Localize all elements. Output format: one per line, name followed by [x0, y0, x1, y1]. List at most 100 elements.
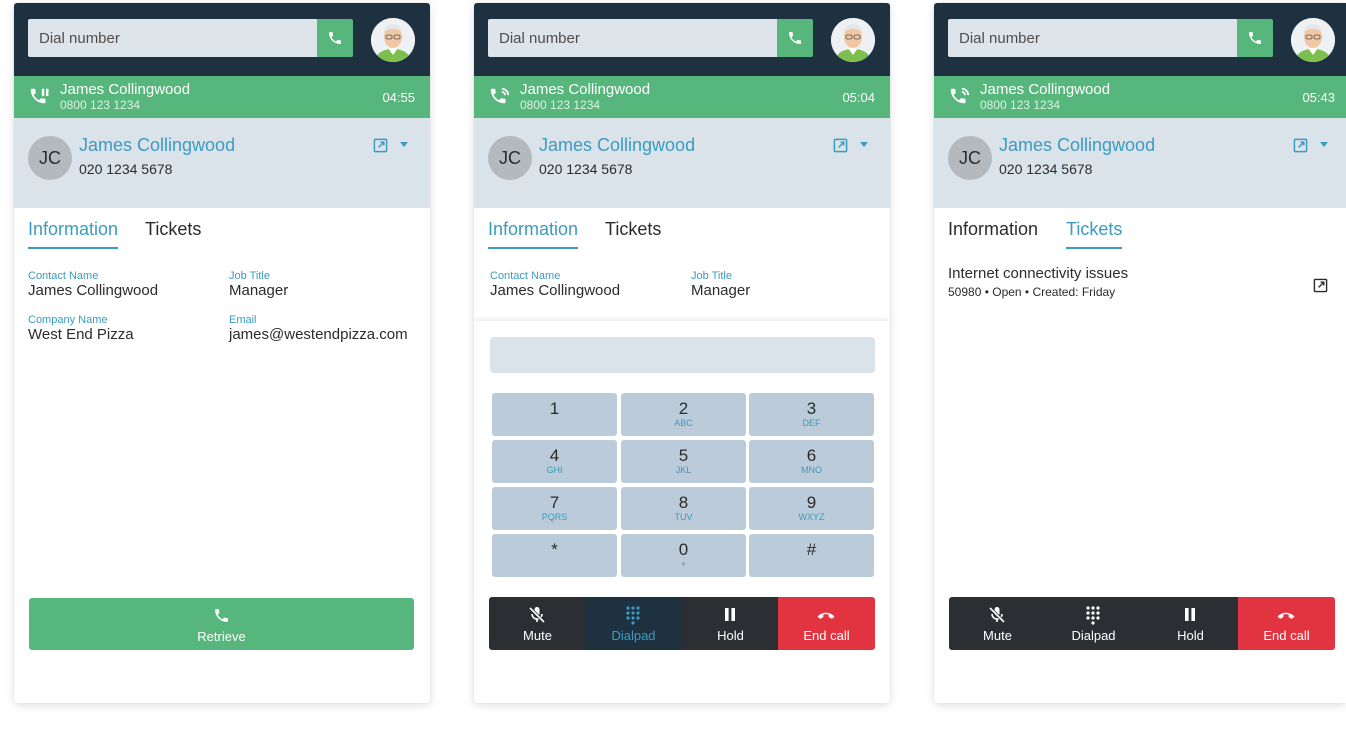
dialpad-key-9[interactable]: 9 WXYZ [749, 487, 874, 530]
dialpad-key-hash[interactable]: # [749, 534, 874, 577]
job-title-field: Job Title Manager [229, 270, 288, 299]
dialpad-icon [626, 606, 640, 625]
dialpad-key-5[interactable]: 5 JKL [621, 440, 746, 483]
contact-card: JC James Collingwood 020 1234 5678 [474, 118, 890, 208]
dialpad-button[interactable]: Dialpad [1045, 597, 1142, 650]
field-value: James Collingwood [28, 282, 159, 299]
field-value: Manager [229, 282, 289, 299]
key-digit: 0 [678, 540, 689, 559]
dialpad-display[interactable] [490, 337, 875, 373]
tab-tickets[interactable]: Tickets [145, 219, 201, 247]
softphone-panel-on-hold: James Collingwood 0800 123 1234 04:55 JC… [14, 3, 430, 703]
contact-name-field: Contact Name James Collingwood [28, 270, 158, 299]
field-label: Contact Name [490, 270, 561, 282]
retrieve-button[interactable]: Retrieve [29, 598, 414, 650]
dialpad-key-2[interactable]: 2 ABC [621, 393, 746, 436]
dial-number-input[interactable] [28, 19, 352, 57]
tab-tickets[interactable]: Tickets [1066, 219, 1123, 249]
phone-icon [215, 609, 228, 622]
hold-button[interactable]: Hold [682, 597, 779, 650]
contact-avatar: JC [948, 136, 992, 180]
field-label: Company Name [28, 314, 108, 326]
dialpad-key-8[interactable]: 8 TUV [621, 487, 746, 530]
chevron-down-icon[interactable] [858, 137, 870, 151]
key-letters: + [680, 559, 687, 569]
call-active-icon [950, 87, 970, 104]
external-link-icon[interactable] [1293, 138, 1308, 153]
phone-icon [1249, 32, 1261, 44]
dialpad-key-4[interactable]: 4 GHI [492, 440, 617, 483]
key-letters: TUV [674, 512, 693, 522]
call-timer: 05:43 [1302, 90, 1335, 105]
dialpad-key-0[interactable]: 0 + [621, 534, 746, 577]
key-digit: 9 [806, 493, 817, 512]
external-link-icon[interactable] [1313, 278, 1328, 293]
dialpad-button[interactable]: Dialpad [585, 597, 682, 650]
call-active-icon [490, 87, 510, 104]
key-digit: 1 [549, 399, 560, 418]
top-bar [474, 3, 890, 76]
end-call-button[interactable]: End call [778, 597, 875, 650]
dial-call-button[interactable] [1237, 19, 1273, 57]
hang-up-icon [1277, 612, 1295, 619]
key-digit: 3 [806, 399, 817, 418]
chevron-down-icon[interactable] [398, 137, 410, 151]
call-timer: 05:04 [842, 90, 875, 105]
external-link-icon[interactable] [373, 138, 388, 153]
phone-icon [329, 32, 341, 44]
tab-tickets[interactable]: Tickets [605, 219, 661, 247]
active-call-bar[interactable]: James Collingwood 0800 123 1234 05:04 [474, 76, 890, 118]
active-call-bar[interactable]: James Collingwood 0800 123 1234 04:55 [14, 76, 430, 118]
pause-icon [1185, 608, 1195, 621]
job-title-field: Job Title Manager [691, 270, 750, 299]
contact-name-link[interactable]: James Collingwood [79, 135, 235, 156]
tab-information[interactable]: Information [948, 219, 1038, 247]
phone-icon [789, 32, 801, 44]
dial-call-button[interactable] [317, 19, 353, 57]
hang-up-icon [817, 612, 835, 619]
dial-number-input[interactable] [948, 19, 1272, 57]
key-digit: 8 [678, 493, 689, 512]
mute-icon [528, 606, 546, 624]
chevron-down-icon[interactable] [1318, 137, 1330, 151]
mute-button[interactable]: Mute [489, 597, 586, 650]
dialpad-key-1[interactable]: 1 [492, 393, 617, 436]
dialpad-icon [1086, 606, 1100, 625]
caller-name: James Collingwood [980, 81, 1111, 98]
key-digit: # [806, 540, 817, 559]
mute-button[interactable]: Mute [949, 597, 1046, 650]
user-avatar[interactable] [1291, 18, 1335, 62]
contact-number: 020 1234 5678 [539, 161, 633, 177]
external-link-icon[interactable] [833, 138, 848, 153]
tab-information[interactable]: Information [28, 219, 119, 249]
dialpad-key-star[interactable]: * [492, 534, 617, 577]
dialpad: 1 2 ABC 3 DEF 4 GHI 5 JKL 6 MNO 7 PQRS 8 TUV 9W… [474, 321, 890, 595]
key-letters: GHI [546, 465, 563, 475]
contact-name-field: Contact Name James Collingwood [490, 270, 620, 299]
dialpad-key-7[interactable]: 7 PQRS [492, 487, 617, 530]
hold-button[interactable]: Hold [1142, 597, 1239, 650]
key-letters: WXYZ [798, 512, 825, 522]
contact-name-link[interactable]: James Collingwood [539, 135, 695, 156]
dialpad-key-3[interactable]: 3 DEF [749, 393, 874, 436]
ticket-list-item[interactable]: Internet connectivity issues 50980 • Ope… [948, 265, 1333, 299]
dial-number-input[interactable] [488, 19, 812, 57]
tab-information[interactable]: Information [488, 219, 579, 249]
dialpad-label: Dialpad [1071, 628, 1116, 643]
caller-number: 0800 123 1234 [60, 98, 141, 112]
key-digit: * [551, 540, 558, 559]
mute-icon [988, 606, 1006, 624]
user-avatar[interactable] [371, 18, 415, 62]
contact-name-link[interactable]: James Collingwood [999, 135, 1155, 156]
active-call-bar[interactable]: James Collingwood 0800 123 1234 05:43 [934, 76, 1346, 118]
contact-avatar: JC [28, 136, 72, 180]
end-call-button[interactable]: End call [1238, 597, 1335, 650]
dial-call-button[interactable] [777, 19, 813, 57]
field-value[interactable]: james@westendpizza.com [229, 326, 408, 343]
key-digit: 4 [549, 446, 560, 465]
softphone-panel-dialpad: James Collingwood 0800 123 1234 05:04 JC… [474, 3, 890, 703]
key-digit: 5 [678, 446, 689, 465]
key-letters: PQRS [541, 512, 568, 522]
user-avatar[interactable] [831, 18, 875, 62]
dialpad-key-6[interactable]: 6 MNO [749, 440, 874, 483]
